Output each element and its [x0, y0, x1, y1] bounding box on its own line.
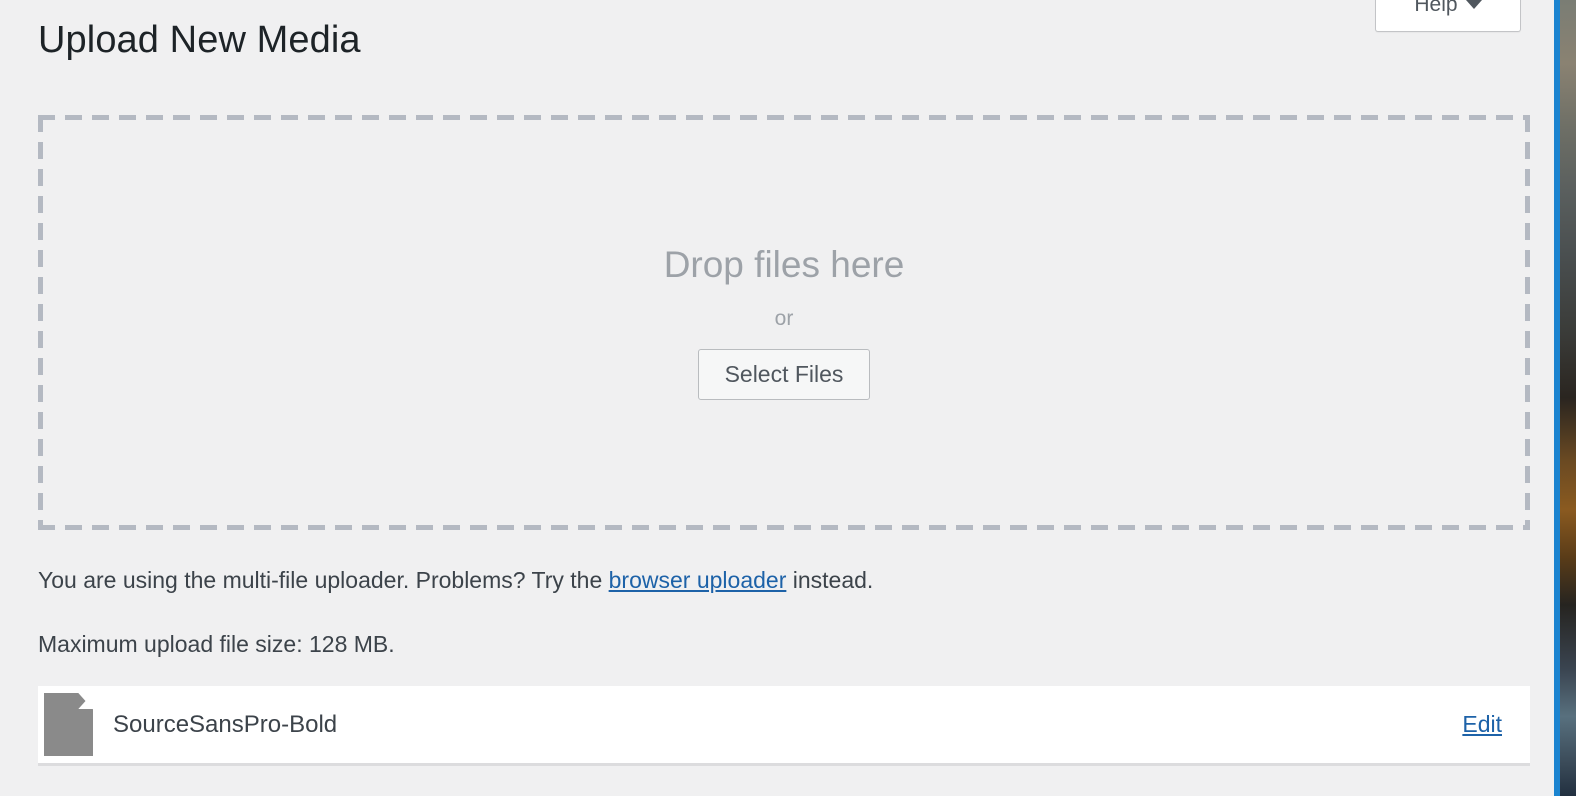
- drop-zone-content: Drop files here or Select Files: [38, 115, 1530, 530]
- media-list-item[interactable]: SourceSansPro-Bold Edit: [38, 686, 1530, 763]
- drop-zone-or-label: or: [774, 306, 794, 330]
- media-items-list: SourceSansPro-Bold Edit: [38, 686, 1530, 766]
- document-file-icon: [44, 693, 93, 756]
- browser-uploader-link[interactable]: browser uploader: [609, 567, 787, 593]
- media-item-filename: SourceSansPro-Bold: [113, 710, 338, 738]
- desktop-wallpaper-sliver: [1560, 0, 1576, 796]
- media-item-edit-link[interactable]: Edit: [1462, 711, 1502, 738]
- file-drop-zone[interactable]: Drop files here or Select Files: [38, 115, 1530, 530]
- page-title: Upload New Media: [38, 19, 361, 61]
- help-button-label: Help: [1414, 0, 1458, 16]
- max-upload-size-note: Maximum upload file size: 128 MB.: [38, 631, 395, 657]
- chevron-down-icon: [1465, 0, 1482, 9]
- multi-file-uploader-note: You are using the multi-file uploader. P…: [38, 566, 873, 596]
- help-button[interactable]: Help: [1375, 0, 1521, 32]
- select-files-button[interactable]: Select Files: [697, 348, 871, 400]
- drop-zone-headline: Drop files here: [663, 244, 905, 286]
- upload-new-media-page: Help Upload New Media Drop files here or…: [0, 0, 1576, 796]
- uploader-note-suffix: instead.: [786, 567, 874, 593]
- uploader-note-prefix: You are using the multi-file uploader. P…: [38, 567, 609, 593]
